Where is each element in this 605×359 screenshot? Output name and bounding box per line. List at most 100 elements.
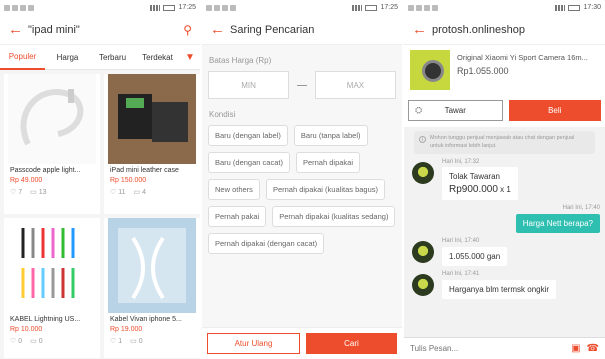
product-card[interactable]: iPad mini leather case Rp 150.000 ♡ 11 ▭ …: [104, 74, 200, 214]
message-time: Hari Ini, 17:32: [442, 159, 480, 166]
comment-icon: ▭ 0: [130, 338, 143, 345]
back-arrow-icon[interactable]: ←: [412, 21, 432, 38]
chip-baru-dengan-cacat[interactable]: Baru (dengan cacat): [208, 152, 290, 173]
message-input[interactable]: [410, 344, 566, 353]
search-results-panel: 17:25 ← "ipad mini" ⚲ Populer Harga Terb…: [0, 0, 200, 359]
product-name: Kabel Vivan iphone 5...: [110, 316, 182, 323]
tawar-label: Tawar: [444, 106, 466, 115]
offer-price: Rp900.000: [449, 184, 498, 196]
tab-populer[interactable]: Populer: [0, 45, 45, 70]
heart-icon[interactable]: ♡ 0: [10, 337, 22, 345]
shop-name-title: protosh.onlineshop: [432, 23, 525, 36]
heart-icon[interactable]: ♡ 7: [10, 188, 22, 196]
chat-message-incoming: Hari Ini, 17:41 Harganya blm termsk ongk…: [404, 271, 605, 300]
product-name: Original Xiaomi Yi Sport Camera 16m...: [457, 53, 588, 62]
like-count: 1: [118, 338, 123, 345]
beli-button[interactable]: Beli: [508, 100, 601, 121]
product-image: [8, 218, 96, 313]
search-icon[interactable]: ⚲: [183, 23, 192, 37]
message-bubble: Harga Nett berapa?: [515, 214, 600, 234]
filter-footer: Atur Ulang Cari: [202, 327, 402, 359]
status-time: 17:25: [178, 4, 196, 11]
tab-terbaru[interactable]: Terbaru: [90, 46, 135, 69]
offer-actions: ⛭ Tawar Beli: [404, 97, 605, 127]
product-name: iPad mini leather case: [110, 167, 179, 174]
comment-count: 0: [138, 338, 143, 345]
status-bar: 17:30: [404, 0, 605, 15]
camera-icon[interactable]: ▣: [571, 343, 580, 354]
tawar-button[interactable]: ⛭ Tawar: [408, 100, 503, 121]
chat-panel: 17:30 ← protosh.onlineshop Original Xiao…: [404, 0, 605, 359]
product-card[interactable]: KABEL Lightning US... Rp 10.000 ♡ 0 ▭ 0: [4, 218, 100, 358]
info-icon: i: [419, 136, 426, 143]
offer-status: Tolak Tawaran: [449, 172, 500, 182]
filter-title: Saring Pencarian: [230, 23, 315, 36]
top-bar: ← Saring Pencarian: [202, 15, 402, 45]
product-image: [8, 74, 96, 164]
product-card[interactable]: Kabel Vivan iphone 5... Rp 19.000 ♡ 1 ▭ 0: [104, 218, 200, 358]
chip-pernah-pakai[interactable]: Pernah pakai: [208, 206, 267, 227]
phone-icon[interactable]: ☎: [587, 343, 599, 354]
product-price: Rp 10.000: [10, 326, 43, 333]
product-thumbnail: [410, 50, 450, 90]
chip-baru-dengan-label[interactable]: Baru (dengan label): [208, 125, 288, 146]
status-time: 17:25: [380, 4, 398, 11]
like-count: 11: [118, 189, 126, 196]
message-bubble: Tolak Tawaran Rp900.000 x 1: [442, 167, 518, 201]
condition-chips: Baru (dengan label) Baru (tanpa label) B…: [202, 125, 402, 254]
product-image: [108, 218, 196, 313]
max-price-input[interactable]: MAX: [314, 71, 396, 99]
sort-tabs: Populer Harga Terbaru Terdekat ▼: [0, 45, 200, 70]
heart-icon[interactable]: ♡ 11: [110, 188, 126, 196]
comment-count: 4: [142, 189, 146, 196]
filter-icon[interactable]: ▼: [180, 45, 200, 70]
comment-count: 0: [38, 338, 43, 345]
info-notice: i Mohon tunggu penjual menjawab atau chat…: [414, 131, 595, 155]
avatar: [412, 241, 434, 264]
chip-kualitas-sedang[interactable]: Pernah dipakai (kualitas sedang): [272, 206, 396, 227]
offer-qty: x 1: [500, 185, 511, 195]
chip-pernah-dipakai[interactable]: Pernah dipakai: [295, 152, 361, 173]
product-price: Rp 150.000: [110, 177, 147, 184]
like-count: 7: [18, 189, 23, 196]
message-time: Hari Ini, 17:41: [442, 271, 480, 278]
status-bar: 17:25: [202, 0, 402, 15]
reset-button[interactable]: Atur Ulang: [207, 333, 300, 354]
like-count: 0: [18, 338, 23, 345]
comment-count: 13: [38, 189, 47, 196]
product-price: Rp 19.000: [110, 326, 143, 333]
heart-icon[interactable]: ♡ 1: [110, 337, 122, 345]
chat-message-incoming: Hari Ini, 17:40 1.055.000 gan: [404, 238, 605, 267]
comment-icon: ▭ 4: [133, 189, 146, 196]
range-dash: [297, 84, 307, 86]
avatar: [412, 162, 434, 185]
tab-terdekat[interactable]: Terdekat: [135, 46, 180, 69]
tab-harga[interactable]: Harga: [45, 46, 90, 69]
product-image: [108, 74, 196, 164]
back-arrow-icon[interactable]: ←: [8, 21, 28, 38]
chat-message-outgoing: Hari Ini, 17:40 Harga Nett berapa?: [404, 205, 605, 234]
product-card[interactable]: Passcode apple light... Rp 49.000 ♡ 7 ▭ 1…: [4, 74, 100, 214]
avatar: [412, 274, 434, 297]
message-bubble: Harganya blm termsk ongkir: [442, 280, 557, 300]
notice-text: Mohon tunggu penjual menjawab atau chat …: [430, 135, 575, 149]
message-input-bar: ▣ ☎: [404, 337, 605, 359]
chip-new-others[interactable]: New others: [208, 179, 260, 200]
chip-kualitas-bagus[interactable]: Pernah dipakai (kualitas bagus): [265, 179, 385, 200]
condition-section-label: Kondisi: [209, 110, 236, 119]
product-name: Passcode apple light...: [10, 167, 81, 174]
top-bar: ← "ipad mini" ⚲: [0, 15, 200, 45]
chip-baru-tanpa-label[interactable]: Baru (tanpa label): [293, 125, 368, 146]
product-summary[interactable]: Original Xiaomi Yi Sport Camera 16m... R…: [404, 45, 605, 97]
price-range: MIN MAX: [202, 71, 402, 99]
comment-icon: ▭ 13: [30, 189, 47, 196]
price-section-label: Batas Harga (Rp): [209, 56, 272, 65]
back-arrow-icon[interactable]: ←: [210, 21, 230, 38]
top-bar: ← protosh.onlineshop: [404, 15, 605, 45]
chip-dengan-cacat[interactable]: Pernah dipakai (dengan cacat): [208, 233, 325, 254]
product-price: Rp1.055.000: [457, 66, 509, 76]
tag-icon: ⛭: [415, 105, 423, 115]
product-price: Rp 49.000: [10, 177, 43, 184]
search-button[interactable]: Cari: [306, 333, 397, 354]
min-price-input[interactable]: MIN: [208, 71, 290, 99]
